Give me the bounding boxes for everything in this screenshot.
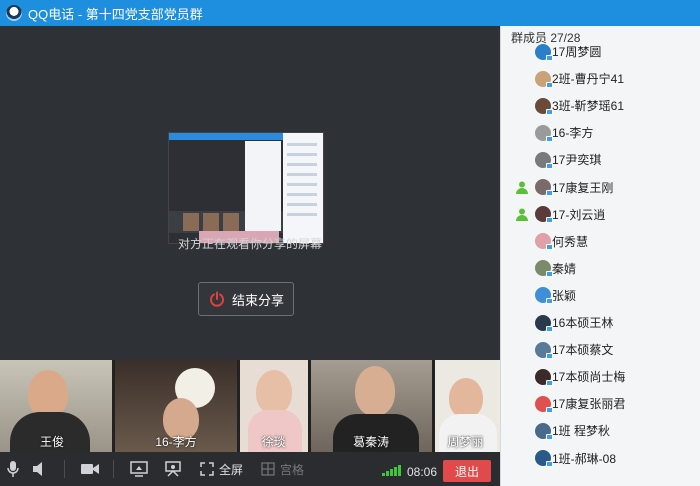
speaking-user-icon: [516, 181, 528, 194]
participant-name: 葛秦涛: [353, 435, 390, 449]
avatar: [535, 395, 553, 413]
end-share-button[interactable]: 结束分享: [198, 282, 294, 316]
video-tile[interactable]: 王俊: [0, 360, 113, 452]
member-name: 17本硕蔡文: [552, 343, 614, 358]
avatar: [535, 260, 553, 278]
exit-call-button[interactable]: 退出: [443, 460, 491, 482]
grid-icon: [261, 462, 275, 476]
video-camera-icon: [81, 464, 99, 474]
screen-share-stage: 对方正在观看你分享的屏幕 结束分享 收起: [0, 26, 500, 376]
member-item[interactable]: 17尹奕琪: [501, 146, 700, 173]
avatar: [535, 287, 553, 305]
avatar: [535, 368, 553, 386]
window-title: QQ电话 - 第十四党支部党员群: [28, 6, 203, 22]
member-name: 17尹奕琪: [552, 153, 602, 168]
member-name: 17康复张丽君: [552, 397, 626, 412]
microphone-icon: [7, 461, 19, 477]
member-item[interactable]: 17周梦圆: [501, 38, 700, 65]
member-name: 17-刘云逍: [552, 207, 606, 222]
member-name: 秦婧: [552, 261, 577, 276]
participant-name: 16-李方: [155, 435, 197, 449]
participant-name: 王俊: [40, 435, 65, 449]
member-name: 17康复王刚: [552, 180, 614, 195]
call-timer: 08:06: [407, 465, 438, 479]
member-name: 1班 程梦秋: [552, 424, 611, 439]
member-name: 2班-曹丹宁41: [552, 72, 625, 87]
member-item[interactable]: 17本硕尚士梅: [501, 363, 700, 390]
power-icon: [210, 291, 224, 307]
video-tile[interactable]: 葛秦涛: [311, 360, 433, 452]
avatar: [535, 233, 553, 251]
member-item[interactable]: 16-李方: [501, 119, 700, 146]
member-name: 张颖: [552, 288, 577, 303]
member-name: 3班-靳梦瑶61: [552, 99, 625, 114]
member-name: 17本硕尚士梅: [552, 370, 626, 385]
member-panel: 群成员 27/28 17周梦圆 2班-曹丹宁41 3班-靳梦瑶61 16-李方 17尹奕…: [500, 26, 700, 486]
fullscreen-icon: [200, 462, 214, 476]
avatar: [535, 314, 553, 332]
avatar: [535, 179, 553, 196]
avatar: [535, 43, 553, 61]
member-item[interactable]: 张颖: [501, 282, 700, 309]
screen-share-preview: [168, 132, 324, 244]
signal-strength-icon: [382, 464, 401, 476]
member-item[interactable]: 3班-靳梦瑶61: [501, 92, 700, 119]
share-screen-button[interactable]: [130, 452, 148, 486]
speaking-user-icon: [516, 208, 528, 222]
video-tile[interactable]: 周梦丽: [435, 360, 500, 452]
share-status-caption: 对方正在观看你分享的屏幕: [177, 237, 322, 251]
member-item[interactable]: 何秀慧: [501, 228, 700, 255]
member-item[interactable]: 1班 程梦秋: [501, 417, 700, 444]
avatar: [535, 151, 553, 169]
microphone-button[interactable]: [6, 452, 20, 486]
screen-share-icon: [130, 461, 148, 477]
video-strip: 王俊 16-李方 徐琰 葛秦涛 周梦丽: [0, 360, 500, 452]
member-item[interactable]: 17-刘云逍: [501, 201, 700, 228]
video-tile[interactable]: 16-李方: [115, 360, 237, 452]
member-name: 16本硕王林: [552, 316, 614, 330]
speaker-icon: [33, 462, 42, 476]
end-share-label: 结束分享: [231, 292, 284, 308]
member-item[interactable]: 1班-郝琳-08: [501, 445, 700, 472]
qq-logo-icon: [6, 5, 22, 21]
participant-name: 徐琰: [261, 435, 286, 449]
member-name: 何秀慧: [552, 234, 589, 249]
avatar: [535, 97, 553, 115]
member-name: 1班-郝琳-08: [552, 451, 617, 466]
avatar: [535, 450, 553, 467]
presenter-button[interactable]: [164, 452, 182, 486]
video-tile[interactable]: 徐琰: [239, 360, 309, 452]
member-item[interactable]: 17康复王刚: [501, 174, 700, 201]
member-item[interactable]: 17康复张丽君: [501, 390, 700, 417]
member-item[interactable]: 秦婧: [501, 255, 700, 282]
avatar: [535, 206, 553, 224]
member-name: 17周梦圆: [552, 45, 602, 59]
camera-button[interactable]: [81, 452, 99, 486]
avatar: [535, 422, 553, 440]
grid-label: 宫格: [280, 462, 305, 477]
member-item[interactable]: 16本硕王林: [501, 309, 700, 336]
member-item[interactable]: 17本硕蔡文: [501, 336, 700, 363]
presenter-icon: [165, 461, 181, 477]
grid-view-button[interactable]: 宫格: [261, 452, 304, 486]
title-bar: QQ电话 - 第十四党支部党员群: [0, 0, 700, 26]
fullscreen-label: 全屏: [219, 462, 244, 477]
member-name: 16-李方: [552, 126, 594, 141]
fullscreen-button[interactable]: 全屏: [200, 452, 243, 486]
speaker-button[interactable]: [32, 452, 48, 486]
avatar: [535, 70, 553, 88]
participant-name: 周梦丽: [447, 435, 484, 449]
member-item[interactable]: 2班-曹丹宁41: [501, 65, 700, 92]
avatar: [535, 124, 553, 142]
avatar: [535, 341, 553, 359]
